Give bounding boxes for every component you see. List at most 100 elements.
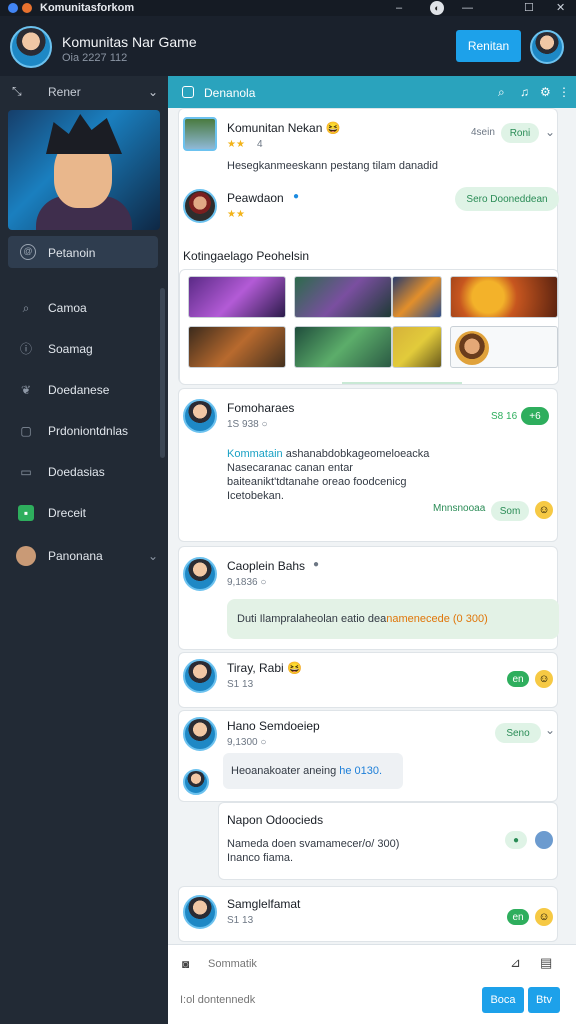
chevron-down-icon[interactable]: ⌄ (545, 125, 555, 139)
settings-icon[interactable]: ⚙ (540, 85, 551, 99)
post-pill-button[interactable]: Seno (495, 723, 541, 743)
sidebar-active-label: Petanoin (48, 246, 96, 260)
search-icon[interactable]: ⌕ (498, 85, 505, 100)
bubble-text-body: Duti Ilampralaheolan eatio dea (237, 613, 387, 625)
user-avatar-icon[interactable] (535, 831, 553, 849)
post-text: Hesegkanmeeskann pestang tilam danadid (227, 160, 438, 172)
app-icon (8, 3, 18, 13)
message-bubble: Duti Ilampralaheolan eatio deanamenecede… (227, 599, 559, 639)
sidebar-item-label: Dreceit (48, 506, 87, 520)
post-meta: S1 13 (227, 915, 254, 926)
more-icon[interactable]: ⋮ (558, 85, 570, 99)
bird-icon: ❦ (20, 383, 32, 397)
gallery-thumbnail[interactable] (294, 326, 392, 368)
post-badge-button[interactable]: +6 (521, 407, 549, 425)
close-button[interactable]: ✕ (556, 0, 565, 16)
community-avatar[interactable] (10, 26, 52, 68)
minimize-icon[interactable]: – (396, 0, 402, 16)
bubble-text: Heoanakoater aneing he 0130. (231, 764, 382, 778)
window-icon[interactable]: ▤ (540, 955, 552, 971)
profile-icon[interactable]: ◐ (430, 1, 444, 15)
sidebar-item-panonana[interactable]: Panonana ⌄ (0, 544, 160, 568)
user-avatar[interactable] (530, 30, 564, 64)
smile-icon[interactable]: ☺ (535, 670, 553, 688)
sidebar-item-soamag[interactable]: ⓘ Soamag (0, 337, 160, 361)
info-icon: ⓘ (19, 342, 32, 356)
emoji-icon: 😆 (325, 121, 341, 135)
post-count: S8 16 (491, 411, 518, 422)
send-icon[interactable]: ⊿ (510, 955, 521, 971)
sidebar-item-doedanese[interactable]: ❦ Doedanese (0, 378, 160, 402)
post-text: Kommatain ashanabdobkageomeloeacka Nasec… (227, 447, 447, 503)
post-pill-button[interactable]: Sero Dooneddean (455, 187, 559, 211)
message-input[interactable] (208, 953, 498, 975)
smile-icon[interactable]: ☺ (535, 908, 553, 926)
bubble-text: Duti Ilampralaheolan eatio deanamenecede… (237, 612, 488, 626)
header-action-button[interactable]: Renitan (456, 30, 521, 62)
app-icon-2 (22, 3, 32, 13)
post-time: 4sein (471, 127, 495, 138)
post-meta: 1S 938 ○ (227, 419, 268, 430)
sidebar-scrollbar[interactable] (160, 288, 165, 458)
gallery-thumbnail[interactable] (392, 276, 442, 318)
chevron-down-icon[interactable]: ⌄ (148, 85, 158, 99)
post-author-name: Samglelfamat (227, 897, 301, 911)
post-author-name: Komunitan Nekan (227, 121, 323, 135)
app-icon: ▪ (18, 505, 34, 521)
post-avatar[interactable] (183, 189, 217, 223)
reply-avatar[interactable] (183, 769, 209, 795)
headset-icon[interactable]: ♫ (520, 85, 529, 99)
post-card-5: Hano Semdoeiep 9,1300 ○ Seno ⌄ Heoanakoa… (178, 710, 558, 802)
attach-icon[interactable]: ◙ (182, 957, 189, 971)
post-text-highlight: Kommatain (227, 448, 283, 460)
secondary-input[interactable] (180, 989, 470, 1011)
post-pill-button[interactable]: ● (505, 831, 527, 849)
sidebar-item-label: Doedasias (48, 465, 105, 479)
main-header-label: Denanola (204, 86, 256, 100)
post-badge-button[interactable]: en (507, 909, 529, 925)
post-pill-button[interactable]: Roni (501, 123, 539, 143)
chevron-down-icon[interactable]: ⌄ (148, 549, 158, 563)
maximize-button[interactable]: ☐ (524, 0, 534, 16)
gallery-thumbnail[interactable] (392, 326, 442, 368)
sidebar-top: ⤡ Rener ⌄ (0, 76, 168, 106)
post-avatar[interactable] (183, 895, 217, 929)
verified-icon: ● (313, 559, 320, 570)
chevron-down-icon[interactable]: ⌄ (545, 723, 555, 737)
bubble-text-accent: namenecede (0 300) (386, 613, 488, 625)
post-pill-button[interactable]: Som (491, 501, 529, 521)
send-button[interactable]: Boca (482, 987, 524, 1013)
sidebar-item-label: Prdoniontdnlas (48, 424, 129, 438)
sidebar-item-label: Doedanese (48, 383, 110, 397)
sidebar-item-active[interactable]: @ Petanoin (8, 236, 158, 268)
post-author-name: Caoplein Bahs (227, 559, 306, 573)
post-badge-button[interactable]: en (507, 671, 529, 687)
post-text: Nameda doen svamamecer/o/ 300) Inanco fi… (227, 838, 400, 864)
post-avatar[interactable] (183, 659, 217, 693)
sidebar-item-dreceit[interactable]: ▪ Dreceit (0, 501, 160, 525)
gallery (179, 269, 559, 385)
post-avatar[interactable] (183, 557, 217, 591)
composer: ◙ ⊿ ▤ Boca Btv (168, 944, 576, 1024)
sidebar-item-prdoniontdnlas[interactable]: ▢ Prdoniontdnlas (0, 419, 160, 443)
gallery-thumbnail[interactable] (294, 276, 392, 318)
collapse-icon[interactable]: ⤡ (12, 84, 22, 99)
gallery-thumbnail[interactable] (188, 276, 286, 318)
sidebar-item-camoa[interactable]: ⌕ Camoa (0, 296, 160, 320)
minimize-button[interactable]: — (462, 0, 473, 16)
gallery-thumbnail[interactable] (450, 276, 558, 318)
hero-character-hair (46, 114, 122, 154)
post-author-name: Hano Semdoeiep (227, 719, 320, 733)
sidebar-item-doedasias[interactable]: ▭ Doedasias (0, 460, 160, 484)
smile-icon[interactable]: ☺ (535, 501, 553, 519)
post-avatar[interactable] (183, 399, 217, 433)
post-avatar[interactable] (183, 117, 217, 151)
post-avatar[interactable] (183, 717, 217, 751)
channel-icon (182, 86, 194, 98)
community-title: Komunitas Nar Game (62, 34, 197, 50)
secondary-button[interactable]: Btv (528, 987, 560, 1013)
gallery-thumbnail[interactable] (450, 326, 558, 368)
gallery-thumbnail[interactable] (188, 326, 286, 368)
rating-stars: ★★ (227, 209, 245, 220)
search-icon: ⌕ (22, 301, 30, 315)
